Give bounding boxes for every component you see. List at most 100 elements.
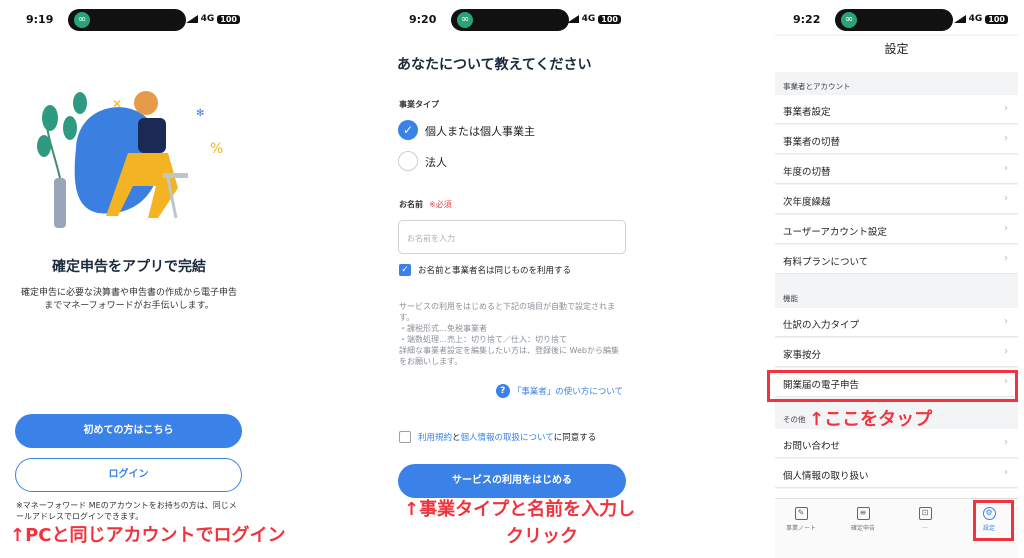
settings-item-label: 事業者の切替	[783, 137, 841, 148]
battery-icon: 100	[985, 14, 1008, 24]
section-other: その他	[783, 415, 806, 424]
chevron-right-icon: ›	[1004, 346, 1008, 357]
settings-item-label: 家事按分	[783, 350, 822, 361]
onboarding-illustration: ✕ % ✻	[37, 91, 223, 228]
same-name-label[interactable]: お名前と事業者名は同じものを利用する	[418, 264, 571, 276]
dynamic-island: ∞	[68, 9, 186, 31]
svg-text:✻: ✻	[196, 108, 204, 119]
battery-icon: 100	[598, 14, 621, 24]
page-title: 設定	[775, 36, 1018, 72]
dynamic-island: ∞	[451, 9, 569, 31]
status-indicators: 4G 100	[185, 14, 240, 24]
name-label: お名前	[399, 200, 423, 209]
settings-screen: 9:22 ∞ 4G 100 設定 事業者とアカウント 事業者設定 › 事業者の切替 › 年…	[775, 6, 1018, 558]
network-label: 4G	[968, 14, 983, 24]
chevron-right-icon: ›	[1004, 437, 1008, 448]
chevron-right-icon: ›	[1004, 163, 1008, 174]
settings-item-business-4[interactable]: ユーザーアカウント設定 ›	[775, 215, 1018, 244]
app-logo-icon: ∞	[841, 12, 857, 28]
agree-checkbox[interactable]	[399, 431, 411, 443]
section-business: 事業者とアカウント	[783, 82, 851, 91]
settings-item-label: 事業者設定	[783, 107, 831, 118]
settings-item-other-1[interactable]: 個人情報の取り扱い ›	[775, 459, 1018, 488]
business-type-label: 事業タイプ	[399, 100, 439, 109]
tab-label: 事業ノート	[785, 525, 816, 532]
status-bar: 9:22 ∞ 4G 100	[775, 6, 1018, 34]
tab-third[interactable]: ⊡…	[901, 507, 949, 530]
settings-item-label: ユーザーアカウント設定	[783, 227, 887, 238]
app-logo-icon: ∞	[457, 12, 473, 28]
status-time: 9:20	[409, 13, 437, 26]
settings-item-business-1[interactable]: 事業者の切替 ›	[775, 125, 1018, 154]
settings-item-features-0[interactable]: 仕訳の入力タイプ ›	[775, 308, 1018, 337]
settings-item-features-1[interactable]: 家事按分 ›	[775, 338, 1018, 367]
login-screen: 9:19 ∞ 4G 100 ✕ % ✻ 確定申告をアプリで完結 確定申告に必要な決…	[8, 6, 250, 558]
network-label: 4G	[200, 14, 215, 24]
settings-item-label: 年度の切替	[783, 167, 831, 178]
required-mark: ※必須	[429, 200, 452, 209]
privacy-link[interactable]: 個人情報の取扱について	[461, 433, 554, 443]
status-bar: 9:20 ∞ 4G 100	[391, 6, 631, 34]
headline: 確定申告をアプリで完結	[52, 259, 206, 275]
description: 確定申告に必要な決算書や申告書の作成から電子申告までマネーフォワードがお手伝いし…	[20, 288, 237, 311]
settings-item-label: 仕訳の入力タイプ	[783, 320, 860, 331]
chevron-right-icon: ›	[1004, 223, 1008, 234]
option-corporation-label[interactable]: 法人	[425, 154, 447, 170]
help-icon: ?	[495, 384, 510, 398]
section-features: 機能	[783, 294, 798, 303]
account-note: ※マネーフォワード MEのアカウントをお持ちの方は、同じメールアドレスでログイン…	[16, 501, 237, 521]
page-title: あなたについて教えてください	[397, 57, 592, 73]
login-button[interactable]: ログイン	[15, 458, 242, 492]
name-input[interactable]: お名前を入力	[398, 220, 626, 254]
settings-item-label: 次年度繰越	[783, 197, 831, 208]
agree-and: と	[452, 433, 461, 443]
dynamic-island: ∞	[835, 9, 953, 31]
document-icon: ≡	[856, 507, 870, 520]
settings-item-business-5[interactable]: 有料プランについて ›	[775, 245, 1018, 274]
settings-item-label: お問い合わせ	[783, 441, 841, 452]
radio-individual[interactable]: ✓	[398, 120, 418, 140]
settings-item-business-0[interactable]: 事業者設定 ›	[775, 95, 1018, 124]
first-time-button[interactable]: 初めての方はこちら	[15, 414, 242, 448]
signal-icon	[953, 15, 966, 23]
option-individual-label[interactable]: 個人または個人事業主	[425, 123, 535, 139]
file-icon: ⊡	[918, 507, 932, 520]
chevron-right-icon: ›	[1004, 193, 1008, 204]
battery-icon: 100	[217, 14, 240, 24]
signal-icon	[185, 15, 198, 23]
help-link[interactable]: ? 「事業者」の使い方について	[495, 384, 623, 398]
settings-item-business-3[interactable]: 次年度繰越 ›	[775, 185, 1018, 214]
tab-label: …	[922, 523, 928, 530]
tab-label: 確定申告	[850, 525, 875, 532]
name-label-row: お名前 ※必須	[399, 199, 452, 210]
status-time: 9:19	[26, 13, 54, 26]
settings-item-business-2[interactable]: 年度の切替 ›	[775, 155, 1018, 184]
terms-link[interactable]: 利用規約	[418, 433, 452, 443]
network-label: 4G	[581, 14, 596, 24]
chevron-right-icon: ›	[1004, 316, 1008, 327]
annotation-input-line1: ↑事業タイプと名前を入力し	[404, 499, 636, 520]
app-logo-icon: ∞	[74, 12, 90, 28]
auto-settings-info: サービスの利用をはじめると下記の項目が自動で設定されます。 ・課税形式…免税事業者…	[399, 302, 619, 366]
signal-icon	[566, 15, 579, 23]
agree-label: 利用規約と個人情報の取扱についてに同意する	[418, 431, 596, 443]
annotation-input-line2: クリック	[506, 526, 578, 547]
start-service-button[interactable]: サービスの利用をはじめる	[398, 464, 626, 498]
settings-item-label: 有料プランについて	[783, 257, 869, 268]
status-time: 9:22	[793, 13, 821, 26]
highlight-opening-filing	[767, 370, 1018, 402]
tab-business-note[interactable]: ✎ 事業ノート	[777, 507, 825, 532]
settings-item-other-0[interactable]: お問い合わせ ›	[775, 429, 1018, 458]
chevron-right-icon: ›	[1004, 467, 1008, 478]
tab-tax-return[interactable]: ≡ 確定申告	[839, 507, 887, 532]
chevron-right-icon: ›	[1004, 253, 1008, 264]
notebook-icon: ✎	[794, 507, 808, 520]
status-bar: 9:19 ∞ 4G 100	[8, 6, 250, 34]
annotation-login: ↑PCと同じアカウントでログイン	[10, 525, 286, 546]
settings-item-label: 個人情報の取り扱い	[783, 471, 869, 482]
radio-corporation[interactable]	[398, 151, 418, 171]
same-name-checkbox[interactable]: ✓	[399, 264, 411, 276]
help-link-text[interactable]: 「事業者」の使い方について	[513, 385, 623, 397]
chevron-right-icon: ›	[1004, 133, 1008, 144]
profile-screen: 9:20 ∞ 4G 100 あなたについて教えてください 事業タイプ ✓ 個人また…	[391, 6, 631, 558]
